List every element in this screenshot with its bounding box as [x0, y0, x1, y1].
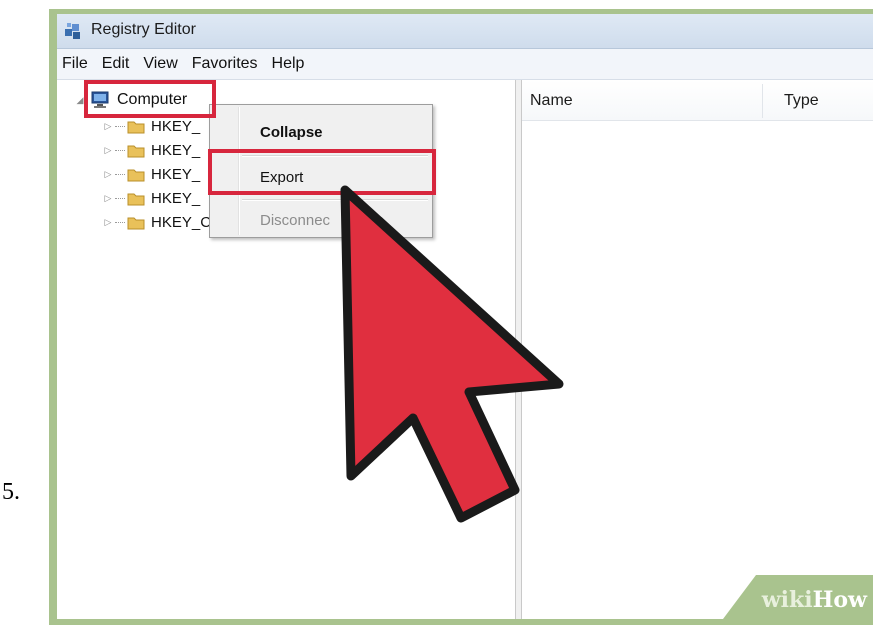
menu-favorites[interactable]: Favorites — [192, 55, 258, 73]
step-number: 5. — [2, 479, 20, 505]
column-divider[interactable] — [762, 84, 763, 118]
tree-node-hive-label: HKEY_ — [151, 141, 201, 159]
expand-arrow-icon[interactable]: ▷ — [103, 145, 113, 155]
title-bar: Registry Editor — [57, 14, 873, 49]
wikihow-logo: wikiHow — [761, 587, 867, 613]
highlight-export — [208, 149, 436, 195]
tree-connector — [115, 149, 125, 151]
menu-item-disconnect: Disconnec — [260, 212, 331, 229]
registry-editor-icon — [65, 23, 80, 39]
column-header-type[interactable]: Type — [784, 92, 819, 110]
menu-edit[interactable]: Edit — [102, 55, 130, 73]
menu-bar: File Edit View Favorites Help — [57, 49, 873, 80]
values-pane: Name Type — [522, 80, 873, 619]
folder-icon — [127, 193, 145, 205]
tree-node-hive-label: HKEY_ — [151, 165, 201, 183]
tree-connector — [115, 173, 125, 175]
highlight-computer — [84, 80, 216, 118]
expand-arrow-icon[interactable]: ▷ — [103, 217, 113, 227]
column-header-name[interactable]: Name — [530, 92, 573, 110]
window-title: Registry Editor — [91, 21, 196, 38]
folder-icon — [127, 121, 145, 133]
menu-separator — [242, 199, 428, 201]
menu-item-collapse[interactable]: Collapse — [260, 124, 323, 141]
tree-node-hive-label: HKEY_ — [151, 117, 201, 135]
tree-connector — [115, 221, 125, 223]
tree-connector — [115, 197, 125, 199]
tree-node-hive[interactable]: ▷ HKEY_ — [103, 162, 201, 186]
registry-editor-window: Registry Editor File Edit View Favorites… — [57, 14, 873, 619]
list-header: Name Type — [522, 80, 873, 121]
folder-icon — [127, 169, 145, 181]
menu-file[interactable]: File — [62, 55, 88, 73]
tree-node-hive[interactable]: ▷ HKEY_ — [103, 138, 201, 162]
screenshot-frame: Registry Editor File Edit View Favorites… — [49, 9, 873, 625]
pane-splitter[interactable] — [515, 80, 522, 619]
expand-arrow-icon[interactable]: ▷ — [103, 121, 113, 131]
expand-arrow-icon[interactable]: ▷ — [103, 169, 113, 179]
tree-node-hive[interactable]: ▷ HKEY_ — [103, 186, 201, 210]
folder-icon — [127, 145, 145, 157]
tree-node-hive-label: HKEY_ — [151, 189, 201, 207]
menu-help[interactable]: Help — [272, 55, 305, 73]
folder-icon — [127, 217, 145, 229]
expand-arrow-icon[interactable]: ▷ — [103, 193, 113, 203]
tree-connector — [115, 125, 125, 127]
menu-view[interactable]: View — [143, 55, 177, 73]
